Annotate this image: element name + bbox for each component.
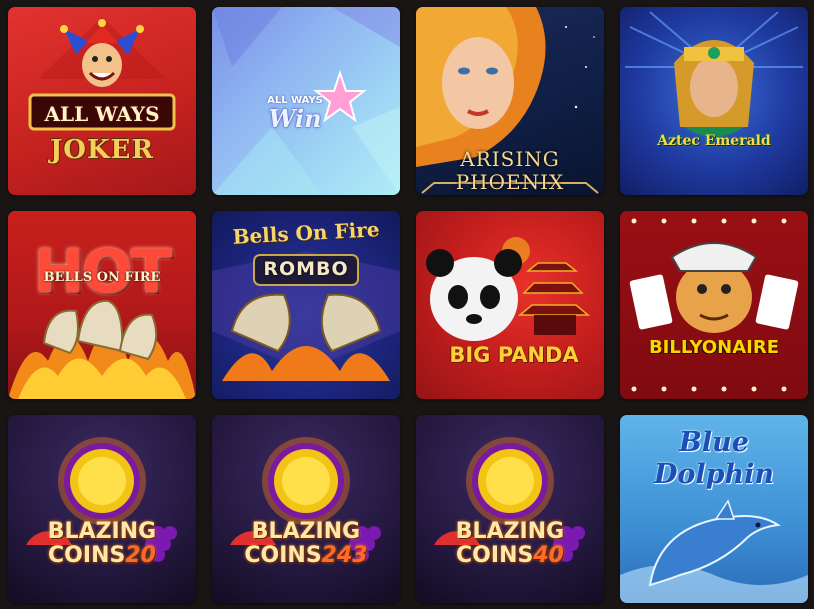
tile-title-line2: Dolphin — [653, 459, 775, 490]
tile-title-line2: ROMBO — [263, 258, 349, 280]
blazing-coins-art — [230, 437, 381, 562]
game-tile-big-panda[interactable]: BIG PANDA — [416, 211, 604, 399]
blazing-coins-art — [434, 437, 585, 562]
tile-title: BILLYONAIRE — [648, 337, 780, 358]
tile-title-line1: Blue — [679, 427, 749, 458]
game-tile-aztec-emerald[interactable]: Aztec Emerald — [620, 7, 808, 195]
tile-title-line1: ALL WAYS — [44, 102, 160, 126]
tile-title-line1: ARISING — [460, 147, 560, 171]
tile-title-line2: COINS40 — [456, 543, 564, 568]
game-tile-blue-dolphin[interactable]: Blue Dolphin — [620, 415, 808, 603]
joker-art — [28, 17, 176, 131]
game-tile-blazing-coins-20[interactable]: BLAZING COINS20 — [8, 415, 196, 603]
tile-title-line1: BLAZING — [455, 519, 565, 544]
game-grid: ALL WAYS JOKER ALL WAYS Win ARISING PHOE… — [8, 7, 808, 603]
tile-title-line2: JOKER — [50, 135, 154, 165]
tile-title: Aztec Emerald — [657, 133, 771, 149]
billyonaire-art — [629, 218, 799, 392]
game-tile-billyonaire[interactable]: BILLYONAIRE — [620, 211, 808, 399]
tile-title: BIG PANDA — [449, 343, 579, 367]
tile-title-line2: COINS20 — [48, 543, 156, 568]
game-tile-bells-on-fire-rombo[interactable]: Bells On Fire ROMBO — [212, 211, 400, 399]
game-tile-arising-phoenix[interactable]: ARISING PHOENIX — [416, 7, 604, 195]
aztec-art — [625, 11, 803, 137]
tile-title-line1: BLAZING — [251, 519, 361, 544]
panda-art — [426, 237, 591, 341]
game-tile-all-ways-joker[interactable]: ALL WAYS JOKER — [8, 7, 196, 195]
blazing-coins-art — [26, 437, 177, 562]
tile-title-line1: BLAZING — [47, 519, 157, 544]
game-tile-blazing-coins-243[interactable]: BLAZING COINS243 — [212, 415, 400, 603]
tile-title-line2: PHOENIX — [455, 170, 565, 194]
tile-title-line2: Win — [268, 104, 322, 133]
game-tile-all-ways-win[interactable]: ALL WAYS Win — [212, 7, 400, 195]
game-tile-blazing-coins-40[interactable]: BLAZING COINS40 — [416, 415, 604, 603]
tile-title-line1: BELLS ON FIRE — [43, 270, 161, 285]
game-tile-hot-bells-on-fire[interactable]: HOT BELLS ON FIRE — [8, 211, 196, 399]
tile-title-line2: COINS243 — [244, 543, 368, 568]
